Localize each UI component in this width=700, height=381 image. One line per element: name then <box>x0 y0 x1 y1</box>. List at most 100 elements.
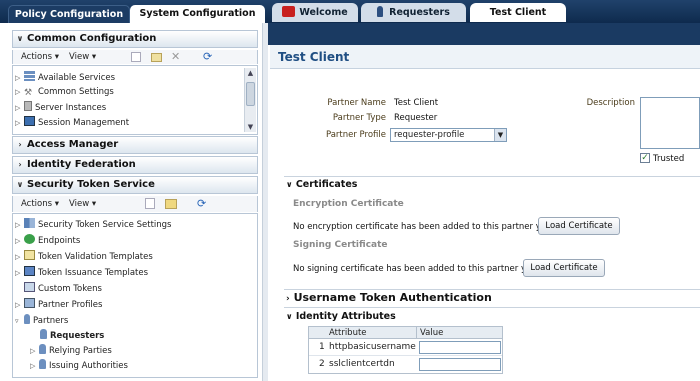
expand-icon[interactable]: ▷ <box>15 117 24 130</box>
expand-icon[interactable]: ▷ <box>30 360 39 373</box>
new-document-icon[interactable] <box>131 52 141 62</box>
expand-icon[interactable]: ▷ <box>15 102 24 115</box>
divider <box>284 176 700 177</box>
template-icon <box>24 250 35 260</box>
expand-icon[interactable]: ▷ <box>15 86 24 99</box>
certificates-header[interactable]: ∨ Certificates <box>286 179 357 190</box>
refresh-icon[interactable]: ⟳ <box>203 50 212 64</box>
tree-item-common-settings[interactable]: ▷ ⚒ Common Settings <box>15 86 114 99</box>
scroll-up-icon[interactable]: ▲ <box>245 68 256 78</box>
view-menu[interactable]: View ▾ <box>69 196 96 212</box>
accordion-title: Access Manager <box>27 139 119 150</box>
expand-icon[interactable]: ▷ <box>15 299 24 312</box>
tree-item-session-management[interactable]: ▷ Session Management <box>15 116 129 129</box>
partner-type-label: Partner Type <box>332 113 386 123</box>
tree-item-partners[interactable]: ▿ Partners <box>15 314 68 327</box>
folder-icon[interactable] <box>151 53 162 62</box>
expand-icon[interactable]: ▷ <box>15 251 24 264</box>
chevron-right-icon: › <box>286 294 290 304</box>
load-encryption-certificate-button[interactable]: Load Certificate <box>538 217 620 235</box>
collapse-icon[interactable]: ▿ <box>15 315 24 328</box>
chevron-right-icon: › <box>18 140 22 149</box>
accordion-identity-federation[interactable]: › Identity Federation <box>12 156 258 174</box>
common-config-scrollbar[interactable]: ▲ ▼ <box>244 68 256 132</box>
expand-icon[interactable]: ▷ <box>15 219 24 232</box>
chevron-down-icon: ∨ <box>16 180 24 189</box>
partner-name-value: Test Client <box>394 98 439 108</box>
settings-grid-icon <box>24 218 35 228</box>
tree-item-sts-settings[interactable]: ▷ Security Token Service Settings <box>15 218 171 231</box>
sts-tree: ▷ Security Token Service Settings ▷ Endpoi… <box>12 213 258 378</box>
tree-item-token-issuance-templates[interactable]: ▷ Token Issuance Templates <box>15 266 148 279</box>
person-icon <box>24 314 30 324</box>
load-signing-certificate-button[interactable]: Load Certificate <box>523 259 605 277</box>
tree-item-custom-tokens[interactable]: Custom Tokens <box>24 282 102 295</box>
chevron-down-icon[interactable]: ▼ <box>494 129 506 141</box>
column-header-value[interactable]: Value <box>416 327 443 339</box>
partner-profile-label: Partner Profile <box>325 130 386 140</box>
template-icon <box>24 266 35 276</box>
value-input[interactable] <box>419 341 501 354</box>
username-token-header[interactable]: › Username Token Authentication <box>286 291 492 304</box>
person-icon <box>377 6 384 17</box>
partner-name-label: Partner Name <box>327 98 386 108</box>
table-row: 1 httpbasicusername <box>309 339 502 356</box>
content-tab-bar <box>268 23 700 45</box>
tab-policy-configuration[interactable]: Policy Configuration <box>8 5 130 23</box>
person-icon <box>39 344 46 354</box>
delete-icon[interactable]: ✕ <box>171 50 180 64</box>
accordion-common-configuration[interactable]: ∨ Common Configuration <box>12 30 258 48</box>
tab-system-configuration[interactable]: System Configuration <box>130 5 265 23</box>
tab-test-client[interactable]: Test Client <box>470 3 566 22</box>
trusted-checkbox[interactable]: ✓ <box>640 153 650 163</box>
tab-welcome[interactable]: Welcome <box>272 3 358 22</box>
view-menu[interactable]: View ▾ <box>69 50 96 64</box>
encryption-certificate-text: No encryption certificate has been added… <box>293 222 550 232</box>
tree-item-available-services[interactable]: ▷ Available Services <box>15 71 115 84</box>
tree-item-relying-parties[interactable]: ▷ Relying Parties <box>30 344 112 357</box>
page-title: Test Client <box>278 50 350 64</box>
accordion-access-manager[interactable]: › Access Manager <box>12 136 258 154</box>
oracle-logo-icon <box>282 6 296 17</box>
expand-icon[interactable]: ▷ <box>15 72 24 85</box>
tree-item-endpoints[interactable]: ▷ Endpoints <box>15 234 80 247</box>
partner-profile-select[interactable]: requester-profile ▼ <box>390 128 507 142</box>
tree-item-partner-profiles[interactable]: ▷ Partner Profiles <box>15 298 102 311</box>
identity-attributes-header[interactable]: ∨ Identity Attributes <box>286 311 396 322</box>
session-icon <box>24 116 35 126</box>
attribute-cell: httpbasicusername <box>329 342 416 352</box>
encryption-certificate-heading: Encryption Certificate <box>293 199 404 209</box>
expand-icon[interactable]: ▷ <box>30 345 39 358</box>
wrench-icon: ⚒ <box>24 88 33 98</box>
new-document-icon[interactable] <box>145 198 155 209</box>
tree-item-issuing-authorities[interactable]: ▷ Issuing Authorities <box>30 359 128 372</box>
tree-item-server-instances[interactable]: ▷ Server Instances <box>15 101 106 114</box>
description-label: Description <box>586 98 635 108</box>
trusted-label: Trusted <box>653 154 685 164</box>
attribute-cell: sslclientcertdn <box>329 359 395 369</box>
column-header-attribute[interactable]: Attribute <box>329 327 367 339</box>
tree-item-requesters[interactable]: Requesters <box>40 329 104 342</box>
scroll-down-icon[interactable]: ▼ <box>245 122 256 132</box>
scroll-thumb[interactable] <box>246 82 255 106</box>
tab-requesters[interactable]: Requesters <box>361 3 466 22</box>
description-textarea[interactable] <box>640 97 700 149</box>
expand-icon[interactable]: ▷ <box>15 235 24 248</box>
chevron-down-icon: ∨ <box>286 312 293 321</box>
value-input[interactable] <box>419 358 501 371</box>
refresh-icon[interactable]: ⟳ <box>197 196 206 212</box>
accordion-title: Common Configuration <box>27 33 157 44</box>
tree-item-token-validation-templates[interactable]: ▷ Token Validation Templates <box>15 250 153 263</box>
actions-menu[interactable]: Actions ▾ <box>21 50 59 64</box>
accordion-security-token-service[interactable]: ∨ Security Token Service <box>12 176 258 194</box>
folder-icon[interactable] <box>165 199 177 209</box>
actions-menu[interactable]: Actions ▾ <box>21 196 59 212</box>
server-icon <box>24 101 32 111</box>
partner-type-value: Requester <box>394 113 438 123</box>
accordion-title: Security Token Service <box>27 179 155 190</box>
list-icon <box>24 71 35 81</box>
expand-icon[interactable]: ▷ <box>15 267 24 280</box>
person-icon <box>39 359 46 369</box>
token-icon <box>24 282 35 292</box>
profiles-icon <box>24 298 35 308</box>
